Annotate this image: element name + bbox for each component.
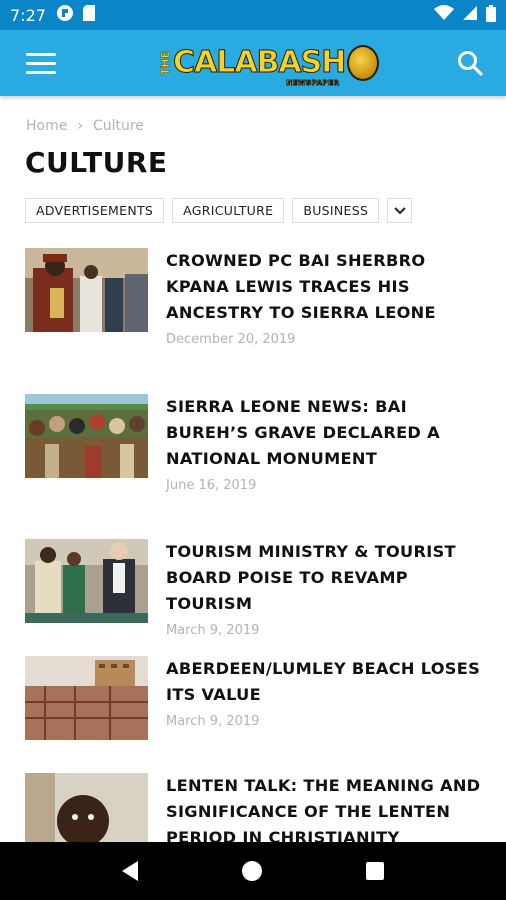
article-thumbnail[interactable]	[25, 248, 148, 332]
page-title: CULTURE	[25, 146, 168, 179]
article-body: LENTEN TALK: THE MEANING AND SIGNIFICANC…	[166, 773, 485, 842]
recent-apps-icon[interactable]	[366, 862, 384, 880]
article-date: December 20, 2019	[166, 332, 296, 347]
category-chip[interactable]: ADVERTISEMENTS	[25, 198, 165, 223]
article-item[interactable]: LENTEN TALK: THE MEANING AND SIGNIFICANC…	[25, 773, 485, 842]
article-item[interactable]: SIERRA LEONE NEWS: BAI BUREH’S GRAVE DEC…	[25, 394, 485, 493]
article-item[interactable]: TOURISM MINISTRY & TOURIST BOARD POISE T…	[25, 539, 485, 638]
article-title[interactable]: ABERDEEN/LUMLEY BEACH LOSES ITS VALUE	[166, 656, 485, 708]
chevron-down-icon[interactable]	[387, 198, 413, 223]
article-body: SIERRA LEONE NEWS: BAI BUREH’S GRAVE DEC…	[166, 394, 485, 493]
article-thumbnail[interactable]	[25, 773, 148, 842]
breadcrumb-home[interactable]: Home	[26, 118, 67, 134]
logo-the: THE	[159, 50, 172, 76]
sd-card-icon	[82, 4, 96, 26]
article-title[interactable]: SIERRA LEONE NEWS: BAI BUREH’S GRAVE DEC…	[166, 394, 485, 472]
logo-wordmark: CALABASH NEWSPAPER	[172, 45, 346, 87]
back-icon[interactable]	[122, 861, 138, 881]
search-icon[interactable]	[450, 43, 490, 83]
app-header: THE CALABASH NEWSPAPER	[0, 30, 506, 96]
wifi-icon	[434, 5, 454, 25]
signal-icon	[462, 5, 478, 25]
article-title[interactable]: LENTEN TALK: THE MEANING AND SIGNIFICANC…	[166, 773, 485, 842]
status-bar: 7:27	[0, 0, 506, 30]
status-time: 7:27	[10, 5, 46, 25]
category-filter-row: ADVERTISEMENTS AGRICULTURE BUSINESS	[25, 198, 413, 223]
article-body: CROWNED PC BAI SHERBRO KPANA LEWIS TRACE…	[166, 248, 485, 347]
article-thumbnail[interactable]	[25, 394, 148, 478]
system-navigation-bar	[0, 842, 506, 900]
calabash-ball-icon	[347, 45, 380, 81]
article-date: March 9, 2019	[166, 714, 260, 729]
breadcrumb: Home › Culture	[26, 118, 144, 134]
site-logo[interactable]: THE CALABASH NEWSPAPER	[159, 40, 380, 87]
menu-icon[interactable]	[16, 43, 56, 83]
logo-main-text: CALABASH	[172, 45, 346, 80]
content-area[interactable]: Home › Culture CULTURE ADVERTISEMENTS AG…	[0, 96, 506, 842]
home-icon[interactable]	[242, 861, 262, 881]
logo-subtitle: NEWSPAPER	[286, 79, 340, 87]
article-title[interactable]: CROWNED PC BAI SHERBRO KPANA LEWIS TRACE…	[166, 248, 485, 326]
article-thumbnail[interactable]	[25, 539, 148, 623]
article-date: March 9, 2019	[166, 623, 260, 638]
article-item[interactable]: ABERDEEN/LUMLEY BEACH LOSES ITS VALUE Ma…	[25, 656, 485, 740]
article-body: TOURISM MINISTRY & TOURIST BOARD POISE T…	[166, 539, 485, 638]
breadcrumb-current: Culture	[92, 118, 144, 134]
article-date: June 16, 2019	[166, 478, 257, 493]
app-notification-icon	[56, 4, 74, 26]
category-chip[interactable]: BUSINESS	[292, 198, 380, 223]
article-item[interactable]: CROWNED PC BAI SHERBRO KPANA LEWIS TRACE…	[25, 248, 485, 347]
article-title[interactable]: TOURISM MINISTRY & TOURIST BOARD POISE T…	[166, 539, 485, 617]
category-chip[interactable]: AGRICULTURE	[172, 198, 285, 223]
article-thumbnail[interactable]	[25, 656, 148, 740]
battery-icon	[486, 4, 496, 26]
breadcrumb-separator: ›	[77, 118, 83, 134]
article-body: ABERDEEN/LUMLEY BEACH LOSES ITS VALUE Ma…	[166, 656, 485, 740]
